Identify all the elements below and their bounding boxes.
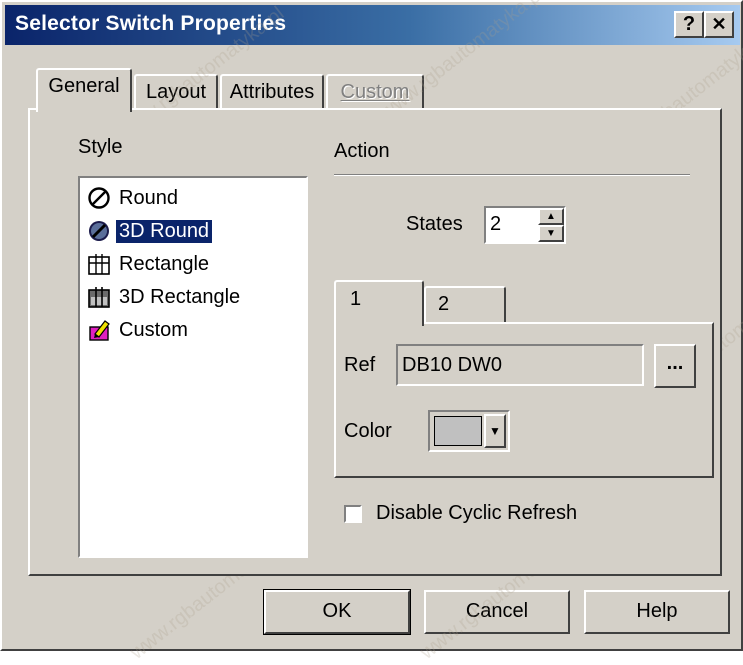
help-button[interactable]: Help (584, 590, 730, 634)
disable-cyclic-refresh[interactable]: Disable Cyclic Refresh (344, 502, 577, 525)
title-bar[interactable]: Selector Switch Properties ? ✕ (5, 5, 740, 45)
style-item-round[interactable]: Round (86, 182, 181, 214)
round-icon (86, 185, 112, 211)
style-item-custom[interactable]: Custom (86, 314, 191, 346)
state-tab-2-label: 2 (438, 293, 450, 315)
tab-custom-label: Custom (340, 81, 410, 103)
general-tab-panel: Style Round 3D Round Rectangle 3D Rectan… (28, 108, 722, 576)
states-label: States (406, 213, 463, 235)
states-value: 2 (490, 213, 502, 235)
style-label: Style (78, 136, 123, 158)
state-tab-1[interactable]: 1 (334, 280, 424, 326)
cancel-button[interactable]: Cancel (424, 590, 570, 634)
state-tab-1-label: 1 (350, 288, 362, 310)
state-tab-2[interactable]: 2 (424, 286, 506, 322)
rectangle-icon (86, 251, 112, 277)
states-up-button[interactable]: ▲ (538, 208, 564, 225)
help-title-button[interactable]: ? (674, 11, 704, 38)
tab-layout[interactable]: Layout (134, 74, 218, 110)
dialog-window: Selector Switch Properties ? ✕ General L… (0, 0, 743, 664)
3d-round-icon (86, 218, 112, 244)
color-picker[interactable]: ▼ (428, 410, 510, 452)
action-label: Action (334, 140, 390, 162)
ref-field[interactable]: DB10 DW0 (396, 344, 644, 386)
ref-value: DB10 DW0 (402, 354, 503, 376)
tab-attributes[interactable]: Attributes (220, 74, 324, 110)
state-panel: Ref DB10 DW0 ... Color ▼ (334, 322, 714, 478)
tab-general-label: General (48, 75, 120, 97)
style-item-rectangle[interactable]: Rectangle (86, 248, 212, 280)
disable-cyclic-refresh-checkbox[interactable] (344, 504, 362, 523)
style-item-3d-round[interactable]: 3D Round (86, 215, 213, 247)
disable-cyclic-refresh-label: Disable Cyclic Refresh (376, 502, 578, 524)
ref-label: Ref (344, 354, 376, 376)
close-title-button[interactable]: ✕ (704, 11, 734, 38)
tab-attributes-label: Attributes (229, 81, 315, 103)
style-listbox[interactable]: Round 3D Round Rectangle 3D Rectangle Cu… (78, 176, 308, 558)
states-spinbox[interactable]: 2 ▲ ▼ (484, 206, 566, 244)
browse-button[interactable]: ... (654, 344, 696, 388)
window-title: Selector Switch Properties (15, 12, 287, 35)
color-dropdown-arrow-icon[interactable]: ▼ (484, 414, 506, 448)
3d-rectangle-icon (86, 284, 112, 310)
ok-button[interactable]: OK (263, 589, 411, 635)
color-label: Color (344, 420, 392, 442)
tab-custom: Custom (326, 74, 424, 110)
style-item-3d-rectangle[interactable]: 3D Rectangle (86, 281, 243, 313)
custom-icon (86, 317, 112, 343)
tab-general[interactable]: General (36, 68, 132, 112)
states-down-button[interactable]: ▼ (538, 225, 564, 242)
color-swatch (434, 416, 482, 446)
action-separator (334, 174, 690, 176)
tab-layout-label: Layout (145, 81, 207, 103)
